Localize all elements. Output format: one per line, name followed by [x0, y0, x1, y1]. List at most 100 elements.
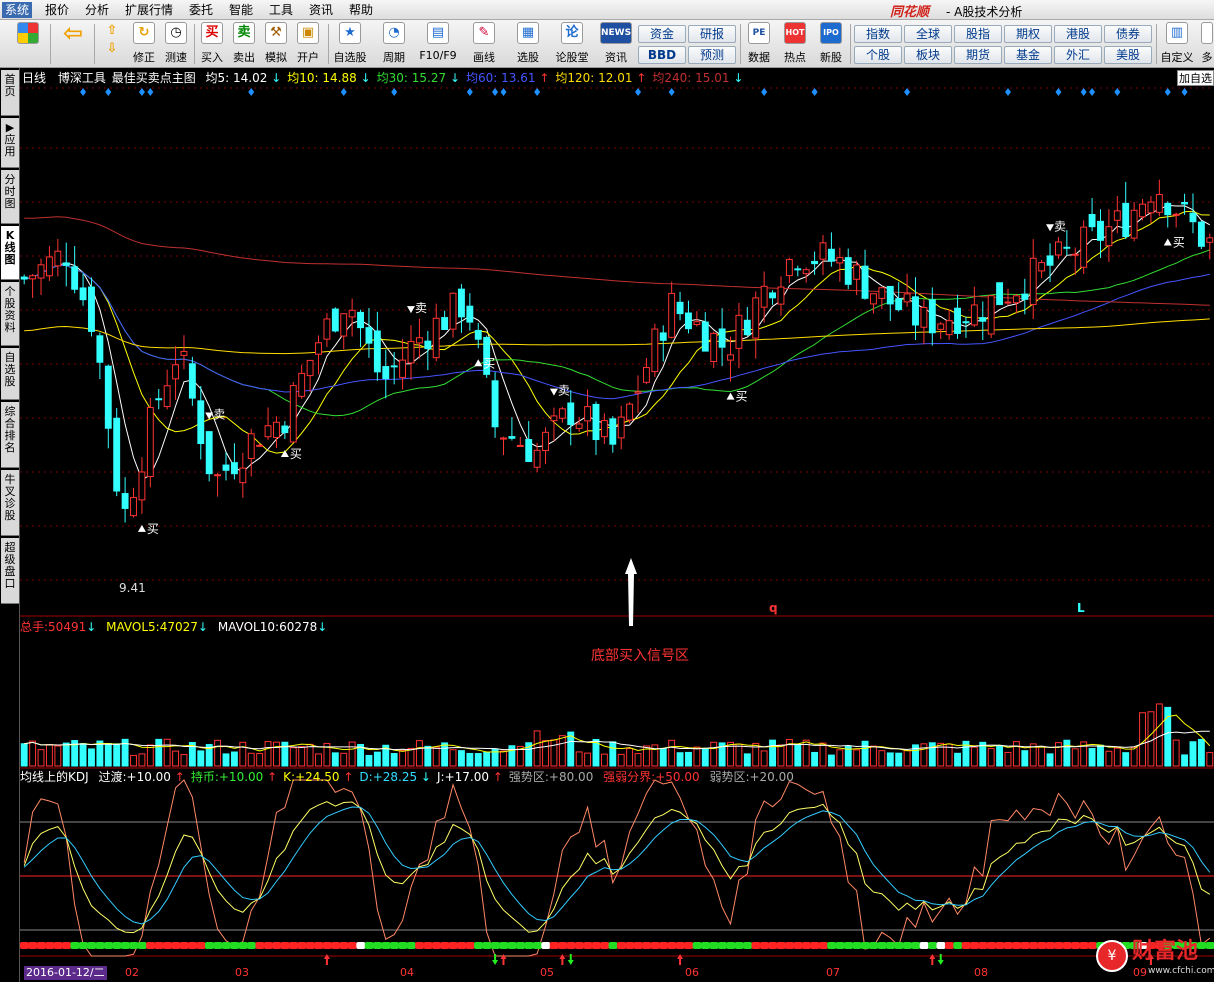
- sidebar-tab-kline[interactable]: K线图: [1, 226, 19, 280]
- revise-button[interactable]: ↻ 修正: [130, 22, 158, 66]
- grid-button-us-stocks[interactable]: 美股: [1104, 46, 1152, 64]
- menu-item-smart[interactable]: 智能: [226, 2, 256, 18]
- band-segment: [154, 942, 164, 949]
- band-segment: [171, 942, 181, 949]
- hot-button[interactable]: HOT 热点: [780, 22, 810, 66]
- volume-bar: [1055, 742, 1062, 767]
- band-segment: [213, 942, 223, 949]
- band-segment: [944, 942, 954, 949]
- chart-canvas[interactable]: 买卖买卖买卖 买卖买: [20, 68, 1214, 982]
- bbd-button[interactable]: BBD: [638, 46, 686, 64]
- back-button[interactable]: ⇦: [58, 21, 88, 66]
- grid-button-global[interactable]: 全球: [904, 25, 952, 43]
- grid-button-stock-index[interactable]: 股指: [954, 25, 1002, 43]
- buy-label: 买: [290, 447, 302, 461]
- menu-item-tools[interactable]: 工具: [266, 2, 296, 18]
- candle-body: [466, 305, 474, 323]
- menu-item-news[interactable]: 资讯: [306, 2, 336, 18]
- forecast-button[interactable]: 预测: [688, 46, 736, 64]
- grid-button-futures[interactable]: 期货: [954, 46, 1002, 64]
- volume-bar: [701, 748, 709, 767]
- ma-legend-item: 均240: 15.01 ↓: [652, 71, 744, 85]
- open-account-button[interactable]: ▣ 开户: [294, 22, 322, 66]
- research-button[interactable]: 研报: [688, 25, 736, 43]
- sidebar-tab-home[interactable]: 首页: [1, 70, 19, 116]
- add-watchlist-button[interactable]: 加自选: [1177, 70, 1214, 86]
- menu-item-system[interactable]: 系统: [2, 2, 33, 18]
- grid-button-index[interactable]: 指数: [854, 25, 902, 43]
- tool-label[interactable]: 博深工具: [58, 71, 106, 85]
- volume-bar: [155, 738, 163, 767]
- grid-button-hk[interactable]: 港股: [1054, 25, 1102, 43]
- grid-button-stocks[interactable]: 个股: [854, 46, 902, 64]
- menu-item-extended-quotes[interactable]: 扩展行情: [122, 2, 176, 18]
- volume-bar: [331, 752, 339, 767]
- candle-body: [979, 317, 987, 322]
- volume-bar: [1063, 739, 1071, 767]
- kline-chart-area[interactable]: 买卖买卖买卖买卖买 日线 博深工具 最佳买卖点主图 均5: 14.02 ↓ 均10…: [20, 68, 1214, 982]
- sidebar-tab-diagnosis[interactable]: 牛叉诊股: [1, 470, 19, 536]
- band-segment: [20, 942, 29, 949]
- kdj-title[interactable]: 均线上的KDJ: [20, 770, 89, 784]
- stock-picker-button[interactable]: ▦ 选股: [510, 22, 546, 66]
- candle-body: [626, 403, 634, 421]
- marker-q: q: [769, 601, 778, 615]
- sidebar-tab-apps[interactable]: ▶ 应用: [1, 118, 19, 168]
- indicator-label[interactable]: 最佳买卖点主图: [112, 71, 196, 85]
- buy-button[interactable]: 买 买入: [198, 22, 226, 66]
- candle-body: [113, 417, 121, 492]
- sell-triangle-icon: [1046, 224, 1055, 232]
- grid-button-bonds[interactable]: 债券: [1104, 25, 1152, 43]
- ma-legend-item: 均60: 13.61 ↑: [466, 71, 550, 85]
- candle-body: [247, 433, 255, 459]
- forum-button[interactable]: 论 论股堂: [554, 22, 590, 66]
- draw-line-button[interactable]: ✎ 画线: [466, 22, 502, 66]
- grid-button-forex[interactable]: 外汇: [1054, 46, 1102, 64]
- sidebar-tab-intraday[interactable]: 分时图: [1, 170, 19, 224]
- sell-button[interactable]: 卖 卖出: [230, 22, 258, 66]
- menu-item-analysis[interactable]: 分析: [82, 2, 112, 18]
- band-segment: [877, 942, 887, 949]
- simulate-button[interactable]: ⚒ 模拟: [262, 22, 290, 66]
- menu-item-quote[interactable]: 报价: [42, 2, 72, 18]
- grid-button[interactable]: [14, 22, 42, 66]
- period-button[interactable]: ◔ 周期: [376, 22, 412, 66]
- candle-body: [1071, 253, 1079, 256]
- candle-body: [592, 403, 600, 441]
- sidebar-tab-ranking[interactable]: 综合排名: [1, 402, 19, 468]
- volume-bar: [693, 746, 701, 767]
- signal-diamond-icon: [668, 88, 675, 96]
- candle-body: [399, 359, 407, 378]
- grid-button-options[interactable]: 期权: [1004, 25, 1052, 43]
- f10-button[interactable]: ▤ F10/F9: [416, 22, 460, 66]
- menu-item-trade[interactable]: 委托: [186, 2, 216, 18]
- more-button[interactable]: 多: [1200, 22, 1214, 66]
- sidebar-tab-watchlist[interactable]: 自选股: [1, 348, 19, 400]
- data-button[interactable]: PE 数据: [744, 22, 774, 66]
- updown-button[interactable]: ⇧ ⇩: [100, 22, 124, 66]
- gavel-icon: ⚒: [265, 22, 287, 44]
- ipo-button[interactable]: IPO 新股: [816, 22, 846, 66]
- sidebar-tab-stock-profile[interactable]: 个股资料: [1, 282, 19, 346]
- sidebar-tab-order-book[interactable]: 超级盘口: [1, 538, 19, 604]
- grid-button-sectors[interactable]: 板块: [904, 46, 952, 64]
- candle-body: [693, 321, 701, 325]
- watchlist-button[interactable]: ★ 自选股: [332, 22, 368, 66]
- news-button[interactable]: NEWS 资讯: [598, 22, 634, 66]
- band-segment: [255, 942, 265, 949]
- candle-body: [1130, 209, 1138, 239]
- capital-button[interactable]: 资金: [638, 25, 686, 43]
- grid-button-funds[interactable]: 基金: [1004, 46, 1052, 64]
- buy-sell-signals: 买卖买卖买卖 买卖买: [137, 219, 1185, 536]
- volume-bar: [1122, 752, 1130, 767]
- speedtest-button[interactable]: ◷ 测速: [162, 22, 190, 66]
- buy-label: 买: [1173, 235, 1185, 249]
- custom-button[interactable]: ▥ 自定义: [1160, 22, 1194, 66]
- candle-body: [1055, 241, 1062, 256]
- band-segment: [204, 942, 214, 949]
- volume-bar: [113, 743, 121, 767]
- band-segment: [785, 942, 795, 949]
- signal-diamond-icon: [138, 88, 145, 96]
- volume-bar: [466, 752, 474, 767]
- menu-item-help[interactable]: 帮助: [346, 2, 376, 18]
